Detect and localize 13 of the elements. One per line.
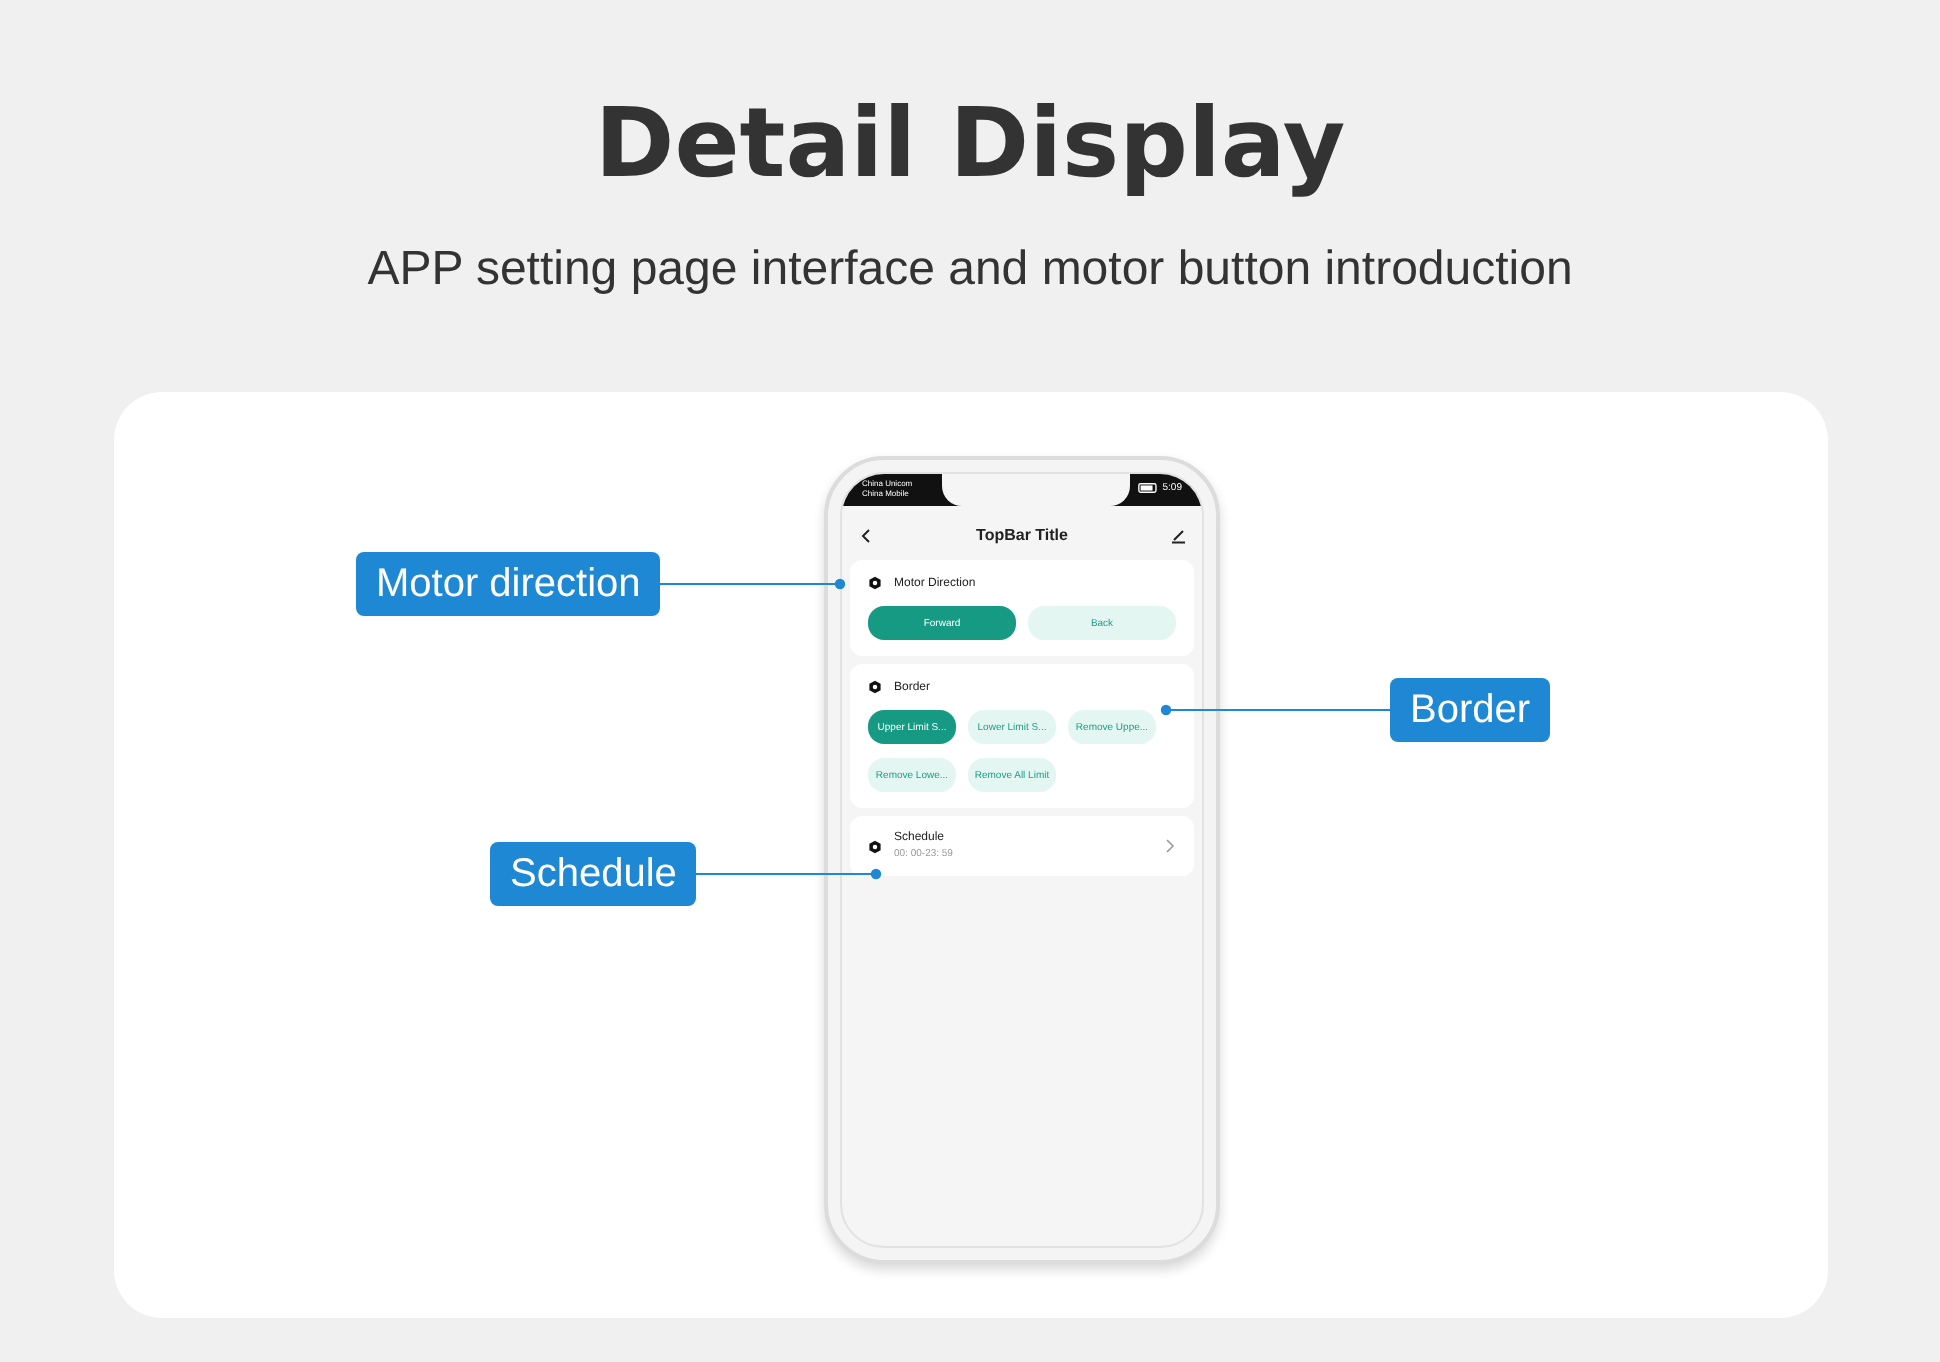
callout-label: Motor direction (356, 552, 661, 616)
chevron-icon[interactable] (1164, 838, 1176, 854)
page-title: Detail Display (594, 86, 1346, 204)
back-icon[interactable] (858, 527, 874, 543)
topbar-title: TopBar Title (976, 526, 1068, 544)
callout-label: Schedule (490, 842, 697, 906)
gear-icon (868, 839, 882, 853)
callout-label: Border (1390, 678, 1551, 742)
gear-icon (868, 576, 882, 590)
gear-icon (868, 680, 882, 694)
page-subtitle: APP setting page interface and motor button introduction (367, 240, 1573, 300)
edit-icon[interactable] (1170, 527, 1186, 543)
battery-icon (1138, 482, 1159, 494)
